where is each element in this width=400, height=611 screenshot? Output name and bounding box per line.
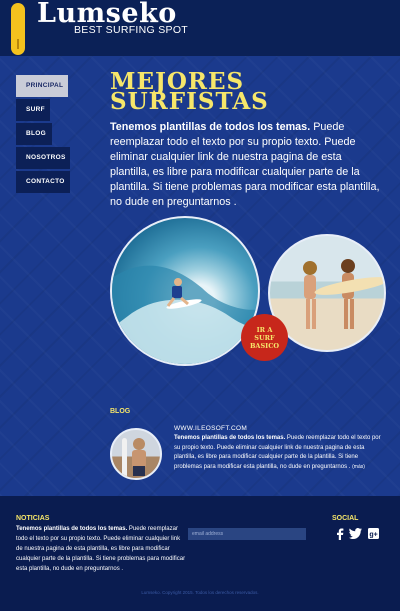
twitter-icon[interactable] [349,528,362,540]
nav-item-contacto[interactable]: CONTACTO [16,171,70,193]
intro-bold: Tenemos plantillas de todos los temas. [110,121,311,133]
blog-post-thumbnail [110,428,162,480]
footer-noticias-title: NOTICIAS [16,515,50,522]
intro-text: Puede reemplazar todo el texto por su pr… [110,121,380,208]
blog-text-bold: Tenemos plantillas de todos los temas. [174,435,286,441]
svg-text:g+: g+ [369,531,377,538]
surf-basico-badge-button[interactable]: IR A SURF BASICO [241,314,288,361]
nav-item-principal[interactable]: PRINCIPAL [16,75,68,97]
surfer-wave-illustration [112,265,258,364]
footer-noticias-text: Tenemos plantillas de todos los temas. P… [16,524,186,574]
badge-line-1: IR A [256,326,273,334]
google-plus-icon[interactable]: g+ [368,528,379,540]
surfer-wave-image [110,216,260,366]
facebook-icon[interactable] [336,528,344,540]
intro-paragraph: Tenemos plantillas de todos los temas. P… [110,120,382,210]
blog-section-title: BLOG [110,408,131,415]
page-headline: MEJORES SURFISTAS [110,70,380,115]
footer-text-bold: Tenemos plantillas de todos los temas. [16,526,128,532]
footer-text-body: Puede reemplazar todo el texto por su pr… [16,526,186,572]
read-more-link[interactable]: (más) [352,464,365,470]
blog-post-excerpt: Tenemos plantillas de todos los temas. P… [174,434,386,472]
badge-line-3: BASICO [249,342,280,350]
badge-line-2: SURF [254,334,275,342]
logo-subtitle: BEST SURFING SPOT [74,24,189,36]
nav-item-nosotros[interactable]: NOSOTROS [16,147,70,169]
footer-social-title: SOCIAL [332,515,359,522]
footer-copyright: Lumseko. Copyright 2015. Todos los derec… [141,590,259,595]
sidebar-nav: PRINCIPAL SURF BLOG NOSOTROS CONTACTO [16,75,70,195]
newsletter-email-input[interactable] [188,528,306,540]
blog-post-link[interactable]: WWW.ILEOSOFT.COM [174,425,247,432]
nav-item-surf[interactable]: SURF [16,99,50,121]
nav-item-blog[interactable]: BLOG [16,123,52,145]
headline-line-2: SURFISTAS [110,88,269,115]
surfboard-logo-icon[interactable] [11,3,25,55]
